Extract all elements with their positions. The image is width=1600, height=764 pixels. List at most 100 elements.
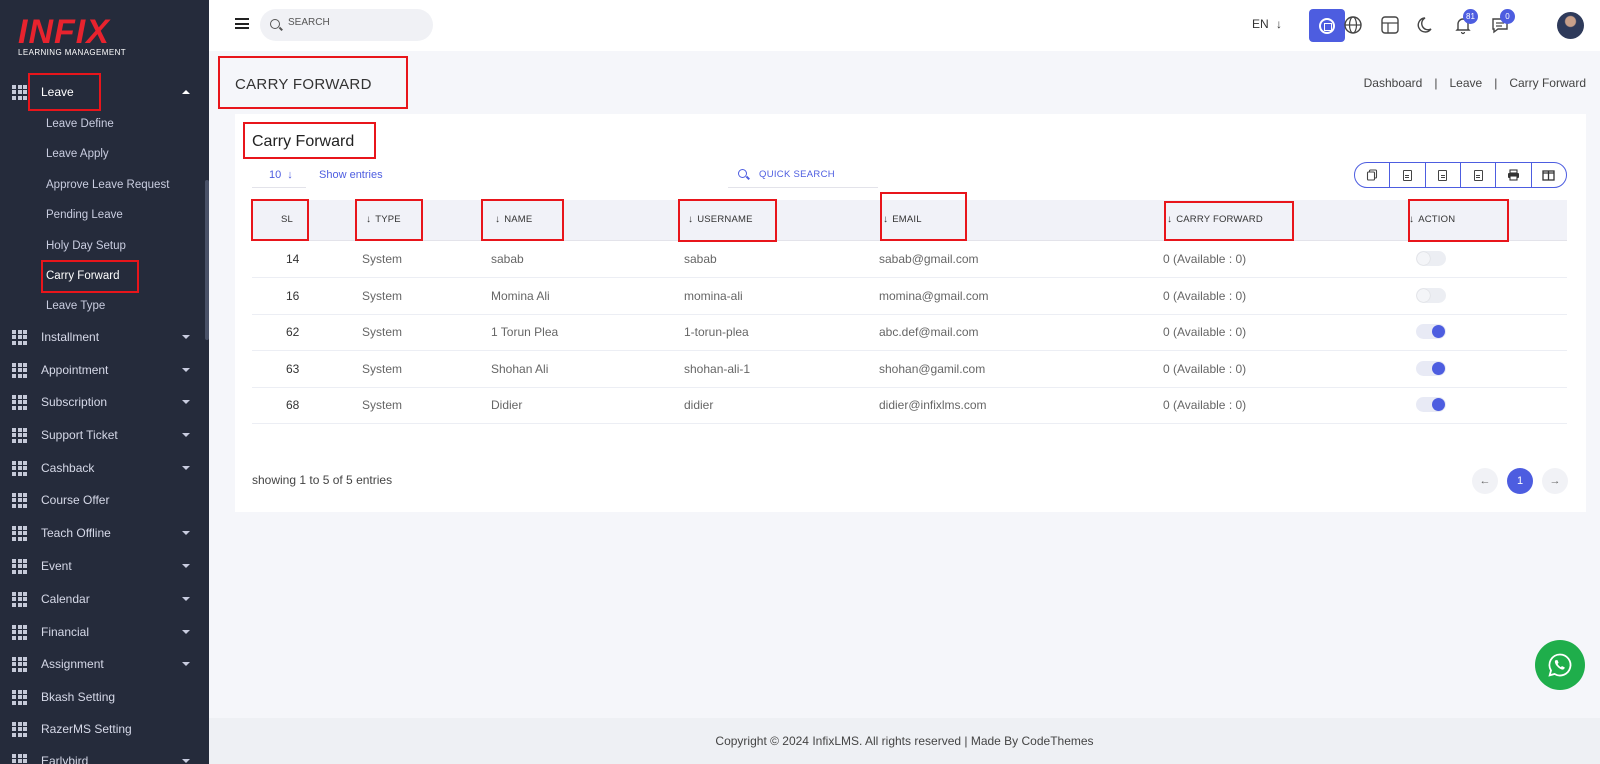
logo[interactable]: INFIX LEARNING MANAGEMENT — [18, 14, 126, 57]
chevron-down-icon — [182, 466, 190, 470]
column-header-type[interactable]: ↓ TYPE — [366, 214, 401, 225]
quick-search-placeholder: QUICK SEARCH — [759, 169, 835, 180]
cell-sl: 14 — [286, 252, 300, 266]
cpu-button[interactable] — [1309, 9, 1345, 42]
sidebar-item-financial[interactable]: Financial — [0, 616, 205, 648]
sidebar-item-label: Installment — [41, 330, 100, 344]
grid-icon — [12, 656, 27, 672]
chevron-down-icon — [182, 662, 190, 666]
bell-icon[interactable]: 81 — [1453, 9, 1478, 35]
column-header-email[interactable]: ↓ EMAIL — [883, 214, 922, 225]
search-input[interactable] — [288, 17, 418, 28]
chevron-down-icon — [182, 630, 190, 634]
sidebar-subitem-leave-apply[interactable]: Leave Apply — [46, 139, 109, 169]
sidebar-item-installment[interactable]: Installment — [0, 321, 205, 353]
column-header-action[interactable]: ↓ ACTION — [1409, 214, 1455, 225]
cell-type: System — [362, 361, 403, 376]
globe-icon[interactable] — [1343, 15, 1363, 35]
column-header-name[interactable]: ↓ NAME — [495, 214, 532, 225]
copy-button[interactable] — [1355, 163, 1391, 187]
whatsapp-button[interactable] — [1535, 640, 1585, 690]
quick-search-input[interactable]: QUICK SEARCH — [728, 162, 878, 188]
cell-sl: 62 — [286, 325, 300, 339]
sidebar-subitem-leave-type[interactable]: Leave Type — [46, 291, 105, 321]
printer-icon — [1507, 169, 1519, 181]
footer: Copyright © 2024 InfixLMS. All rights re… — [209, 718, 1600, 764]
chat-icon[interactable]: 0 — [1490, 9, 1515, 35]
language-selector[interactable]: EN ↓ — [1252, 17, 1282, 31]
status-toggle[interactable] — [1416, 251, 1446, 266]
sidebar-item-label: RazerMS Setting — [41, 722, 132, 736]
show-entries-label: Show entries — [319, 169, 383, 181]
chevron-down-icon — [182, 400, 190, 404]
sidebar-item-teach-offline[interactable]: Teach Offline — [0, 517, 205, 549]
hamburger-icon[interactable] — [235, 18, 249, 29]
sidebar-subitem-holy-day-setup[interactable]: Holy Day Setup — [46, 231, 126, 261]
sidebar-subitem-approve-leave-request[interactable]: Approve Leave Request — [46, 170, 169, 200]
pagination-prev-button[interactable]: ← — [1472, 468, 1498, 494]
pagination-page-button[interactable]: 1 — [1507, 468, 1533, 494]
sidebar-subitem-carry-forward[interactable]: Carry Forward — [46, 261, 119, 291]
cell-name: sabab — [491, 252, 524, 266]
sidebar-item-calendar[interactable]: Calendar — [0, 583, 205, 615]
grid-icon — [12, 362, 27, 378]
excel-file-icon — [1402, 169, 1412, 181]
moon-icon[interactable] — [1417, 15, 1437, 35]
status-toggle[interactable] — [1416, 324, 1446, 339]
print-button[interactable] — [1496, 163, 1532, 187]
status-toggle[interactable] — [1416, 360, 1446, 376]
sidebar-item-course-offer[interactable]: Course Offer — [0, 484, 205, 516]
cell-carry-forward: 0 (Available : 0) — [1163, 325, 1247, 339]
sidebar-scrollbar[interactable] — [205, 180, 209, 340]
sidebar-subitem-leave-define[interactable]: Leave Define — [46, 109, 114, 139]
sidebar-item-subscription[interactable]: Subscription — [0, 386, 205, 418]
cell-type: System — [362, 252, 403, 266]
cell-email: sabab@gmail.com — [879, 252, 979, 266]
grid-icon — [12, 427, 27, 443]
sidebar-item-support-ticket[interactable]: Support Ticket — [0, 419, 205, 451]
column-header-sl[interactable]: SL — [281, 214, 293, 225]
pagination-next-button[interactable]: → — [1542, 468, 1568, 494]
status-toggle[interactable] — [1416, 287, 1446, 303]
status-toggle[interactable] — [1416, 397, 1446, 412]
breadcrumb-leave[interactable]: Leave — [1449, 76, 1482, 90]
column-visibility-button[interactable] — [1532, 163, 1566, 187]
sidebar-item-bkash-setting[interactable]: Bkash Setting — [0, 681, 205, 713]
arrow-down-icon: ↓ — [1409, 214, 1415, 225]
sidebar-item-earlybird[interactable]: Earlybird — [0, 745, 205, 764]
sidebar-item-cashback[interactable]: Cashback — [0, 452, 205, 484]
avatar[interactable] — [1557, 12, 1584, 39]
sidebar-item-assignment[interactable]: Assignment — [0, 648, 205, 680]
arrow-down-icon: ↓ — [366, 214, 372, 225]
cell-type: System — [362, 398, 403, 412]
sidebar-item-event[interactable]: Event — [0, 550, 205, 582]
column-header-username[interactable]: ↓ USERNAME — [688, 214, 753, 225]
sidebar-item-label: Assignment — [41, 657, 104, 671]
cell-carry-forward: 0 (Available : 0) — [1163, 361, 1247, 376]
breadcrumb: Dashboard | Leave | Carry Forward — [1364, 76, 1586, 90]
column-header-carry-forward[interactable]: ↓ CARRY FORWARD — [1167, 214, 1263, 225]
breadcrumb-dashboard[interactable]: Dashboard — [1364, 76, 1423, 90]
grid-icon — [12, 394, 27, 410]
excel-button[interactable] — [1390, 163, 1426, 187]
sidebar-item-appointment[interactable]: Appointment — [0, 354, 205, 386]
chevron-down-icon — [182, 564, 190, 568]
carry-forward-card: Carry Forward 10 ↓ Show entries QUICK SE… — [235, 114, 1586, 512]
cell-email: shohan@gamil.com — [879, 361, 986, 376]
layout-icon[interactable] — [1380, 15, 1400, 35]
arrow-down-icon: ↓ — [1276, 17, 1283, 31]
copy-icon — [1367, 169, 1378, 181]
table-row: 63 System Shohan Ali shohan-ali-1 shohan@gam… — [252, 352, 1567, 388]
search-icon — [738, 169, 747, 178]
grid-icon — [12, 492, 27, 508]
arrow-down-icon: ↓ — [287, 168, 293, 181]
entries-select[interactable]: 10 ↓ — [252, 162, 306, 188]
sidebar-item-leave[interactable]: Leave — [0, 76, 205, 108]
sidebar-subitem-pending-leave[interactable]: Pending Leave — [46, 200, 123, 230]
csv-button[interactable] — [1426, 163, 1461, 187]
sidebar-item-razerms-setting[interactable]: RazerMS Setting — [0, 713, 205, 745]
grid-icon — [12, 329, 27, 345]
grid-icon — [12, 721, 27, 737]
entries-value: 10 — [269, 168, 282, 181]
pdf-button[interactable] — [1461, 163, 1497, 187]
